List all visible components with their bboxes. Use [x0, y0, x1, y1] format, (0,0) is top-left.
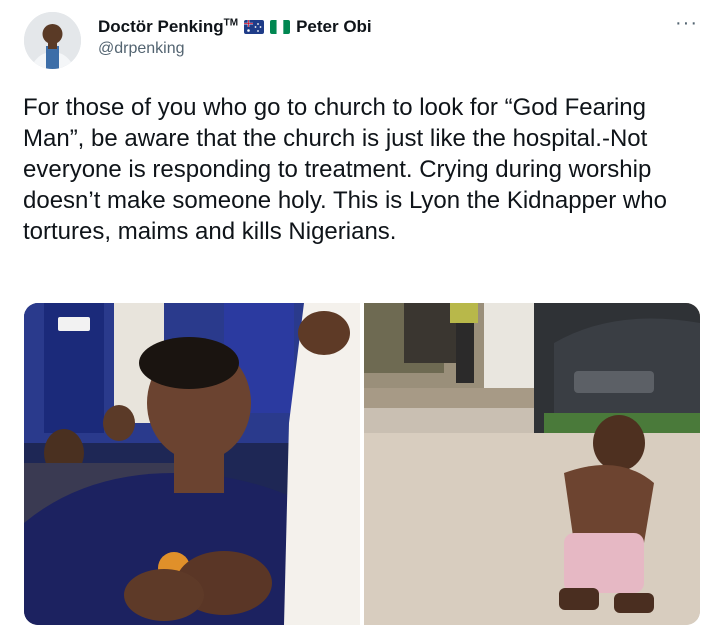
nigeria-flag-icon: [270, 20, 291, 34]
kneeling-man-photo[interactable]: [364, 303, 700, 625]
tweet-card: Doctör PenkingTM Peter Obi @drpenking ··…: [0, 0, 720, 627]
name-suffix: Peter Obi: [296, 17, 372, 36]
trademark-mark: TM: [223, 17, 239, 29]
author-block: Doctör PenkingTM Peter Obi @drpenking: [98, 16, 658, 58]
display-name[interactable]: Doctör PenkingTM: [98, 17, 238, 37]
more-options-icon[interactable]: ···: [675, 13, 698, 33]
church-worship-photo[interactable]: [24, 303, 360, 625]
avatar[interactable]: [24, 12, 81, 69]
user-handle[interactable]: @drpenking: [98, 40, 658, 58]
name-row: Doctör PenkingTM Peter Obi: [98, 16, 658, 38]
australia-flag-icon: [244, 20, 265, 34]
tweet-media[interactable]: [24, 303, 700, 625]
tweet-text: For those of you who go to church to loo…: [23, 94, 667, 245]
avatar-photo: [24, 12, 81, 69]
